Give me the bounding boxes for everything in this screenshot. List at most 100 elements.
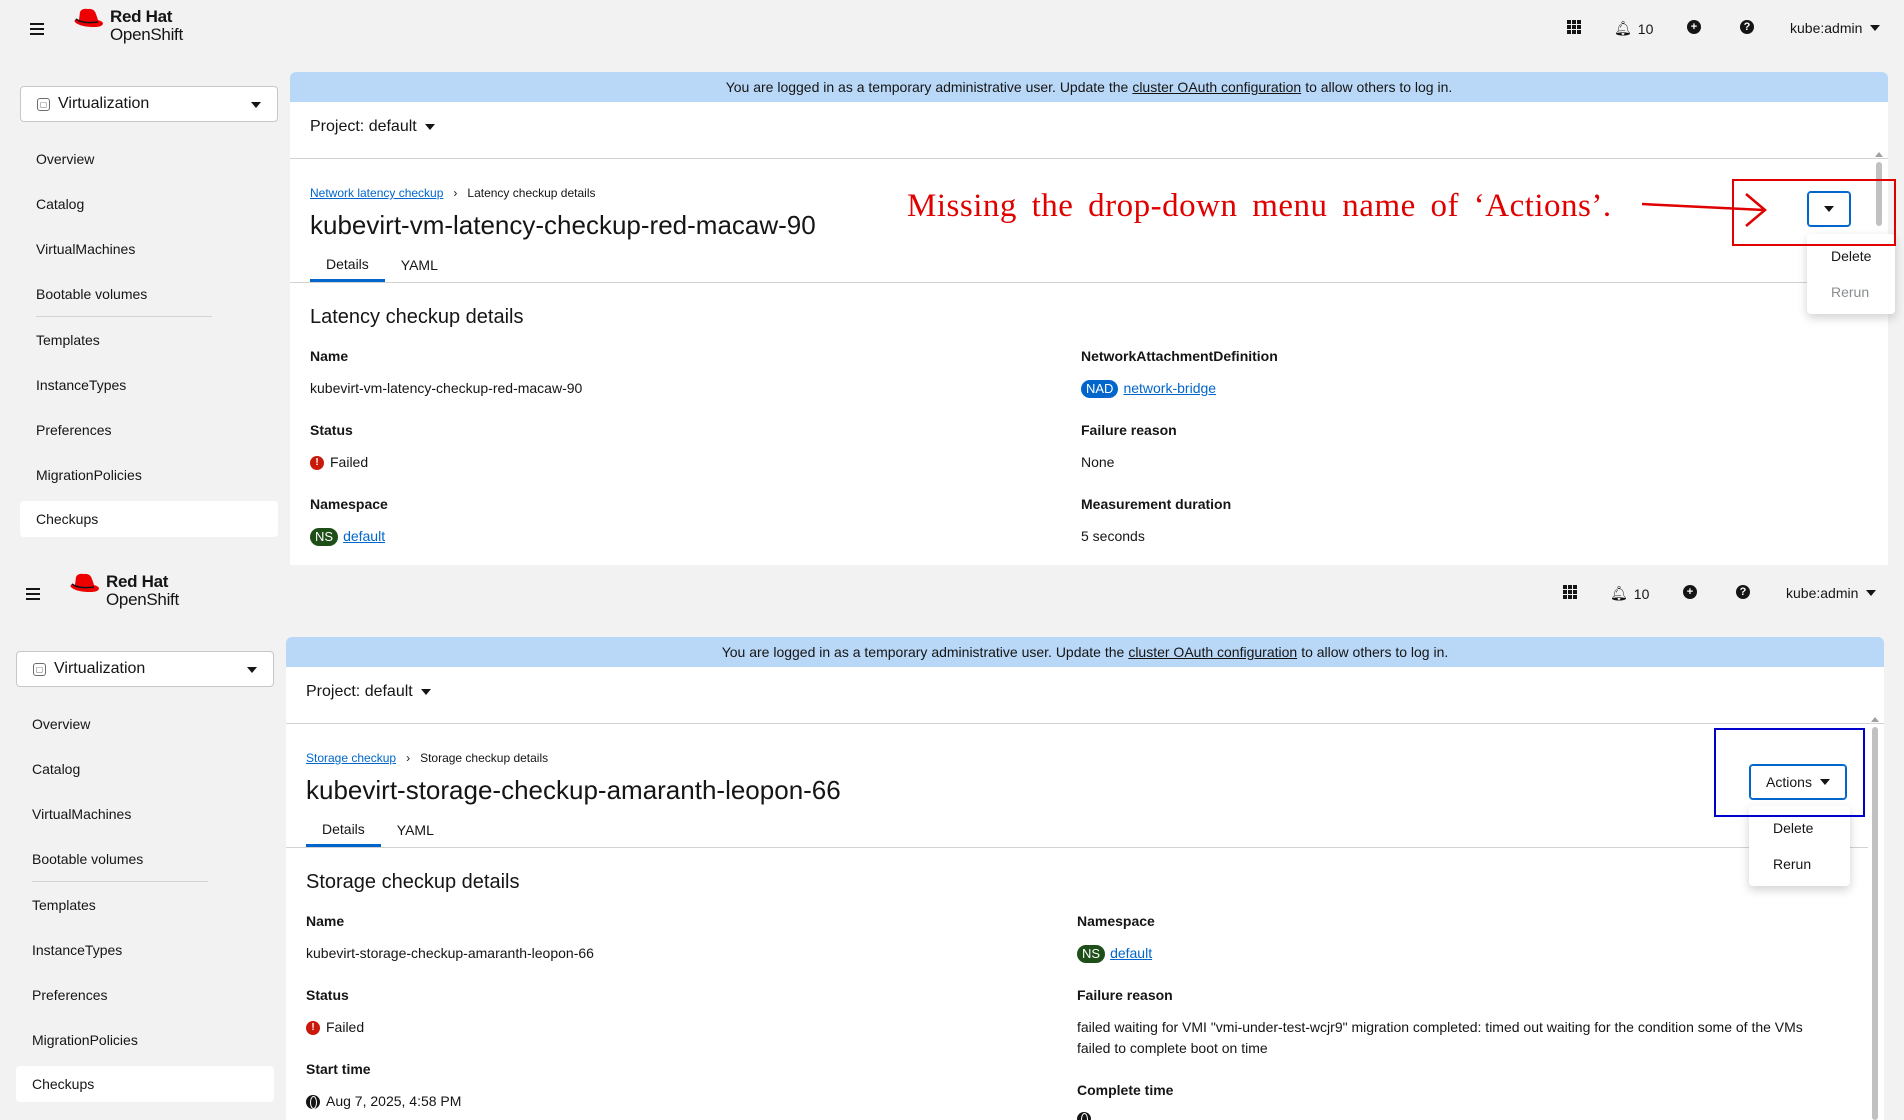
sidebar-item-virtualmachines[interactable]: VirtualMachines	[16, 791, 274, 836]
sidebar-item-bootable-volumes[interactable]: Bootable volumes	[20, 271, 278, 316]
sidebar-item-instancetypes[interactable]: InstanceTypes	[16, 927, 274, 972]
field-failure-reason: Failure reason None	[1081, 422, 1177, 473]
start-time-text: Aug 7, 2025, 4:58 PM	[326, 1093, 462, 1109]
sidebar-item-instancetypes[interactable]: InstanceTypes	[20, 362, 278, 407]
project-selector[interactable]: Project: default	[306, 683, 431, 701]
help-button[interactable]: ?	[1736, 585, 1750, 599]
app-launcher-button[interactable]	[1567, 20, 1581, 34]
user-menu[interactable]: kube:admin	[1786, 585, 1877, 601]
globe-icon	[1077, 1112, 1091, 1120]
sidebar-item-migrationpolicies[interactable]: MigrationPolicies	[20, 452, 278, 497]
section-title: Latency checkup details	[310, 306, 524, 328]
status-text: Failed	[330, 454, 369, 470]
sidebar-item-virtualmachines[interactable]: VirtualMachines	[20, 226, 278, 271]
status-text: Failed	[326, 1019, 365, 1035]
annotation-text: Missing the drop-down menu name of ‘Acti…	[907, 188, 1612, 224]
menu-item-rerun[interactable]: Rerun	[1749, 846, 1850, 882]
red-hat-fedora-icon	[70, 573, 99, 592]
namespace-link[interactable]: default	[1110, 943, 1152, 964]
field-name: Name kubevirt-vm-latency-checkup-red-mac…	[310, 348, 582, 399]
field-value: 5 seconds	[1081, 528, 1145, 544]
sidebar-item-checkups[interactable]: Checkups	[16, 1066, 274, 1102]
perspective-switcher[interactable]: ▢ Virtualization	[16, 651, 274, 687]
perspective-switcher[interactable]: ▢ Virtualization	[20, 86, 278, 122]
tab-details[interactable]: Details	[306, 813, 381, 847]
field-complete-time: Complete time	[1077, 1082, 1173, 1120]
globe-icon	[306, 1094, 320, 1109]
tab-yaml[interactable]: YAML	[381, 813, 450, 847]
notification-count: 10	[1633, 585, 1650, 602]
field-label: Name	[310, 348, 349, 364]
caret-down-icon	[1866, 590, 1877, 596]
temporary-admin-banner: You are logged in as a temporary adminis…	[286, 637, 1884, 667]
tab-details[interactable]: Details	[310, 248, 385, 282]
breadcrumb: Storage checkup › Storage checkup detail…	[306, 751, 548, 765]
oauth-config-link[interactable]: cluster OAuth configuration	[1132, 79, 1301, 95]
openshift-logo[interactable]: Red Hat OpenShift	[68, 573, 179, 609]
user-name: kube:admin	[1790, 20, 1863, 36]
sidebar-item-preferences[interactable]: Preferences	[16, 972, 274, 1017]
field-label: Status	[310, 422, 353, 438]
scrollbar[interactable]	[1870, 715, 1880, 1120]
oauth-config-link[interactable]: cluster OAuth configuration	[1128, 644, 1297, 660]
project-selector[interactable]: Project: default	[310, 118, 435, 136]
quick-create-button[interactable]: +	[1683, 585, 1697, 599]
tab-bar: Details YAML	[306, 813, 450, 847]
sidebar-item-templates[interactable]: Templates	[16, 882, 274, 927]
brand-line1: Red Hat	[106, 572, 169, 591]
divider	[290, 158, 1888, 159]
hamburger-menu-icon[interactable]	[26, 585, 46, 605]
scroll-thumb[interactable]	[1872, 727, 1878, 1120]
sidebar-item-catalog[interactable]: Catalog	[20, 181, 278, 226]
field-value: NS default	[1077, 943, 1155, 964]
banner-suffix: to allow others to log in.	[1301, 644, 1449, 660]
tab-yaml[interactable]: YAML	[385, 248, 454, 282]
sidebar-item-bootable-volumes[interactable]: Bootable volumes	[16, 836, 274, 881]
sidebar-item-catalog[interactable]: Catalog	[16, 746, 274, 791]
breadcrumb-link[interactable]: Network latency checkup	[310, 186, 443, 200]
namespace-link[interactable]: default	[343, 526, 385, 547]
notification-count: 10	[1637, 20, 1654, 37]
sidebar-item-templates[interactable]: Templates	[20, 317, 278, 362]
error-icon: !	[310, 455, 324, 470]
field-value: failed waiting for VMI "vmi-under-test-w…	[1077, 1019, 1803, 1035]
openshift-logo[interactable]: Red Hat OpenShift	[72, 8, 183, 44]
red-hat-fedora-icon	[74, 8, 103, 28]
tab-bar: Details YAML	[310, 248, 454, 282]
notifications-button[interactable]: 🔔︎ 10	[1610, 585, 1649, 602]
caret-down-icon	[420, 689, 431, 695]
sidebar-item-overview[interactable]: Overview	[20, 136, 278, 181]
virtualization-icon: ▢	[33, 662, 46, 676]
breadcrumb-current: Storage checkup details	[420, 751, 549, 765]
field-label: Name	[306, 913, 345, 929]
field-value: ! Failed	[310, 452, 368, 473]
sidebar-item-preferences[interactable]: Preferences	[20, 407, 278, 452]
tabs-divider	[286, 847, 1868, 848]
notifications-button[interactable]: 🔔︎ 10	[1614, 20, 1653, 37]
sidebar-item-overview[interactable]: Overview	[16, 701, 274, 746]
sidebar-nav: Overview Catalog VirtualMachines Bootabl…	[16, 701, 274, 1102]
nad-link[interactable]: network-bridge	[1123, 378, 1216, 399]
grid-icon	[1563, 585, 1577, 599]
sidebar-item-checkups[interactable]: Checkups	[20, 501, 278, 537]
sidebar-item-migrationpolicies[interactable]: MigrationPolicies	[16, 1017, 274, 1062]
brand-line1: Red Hat	[110, 7, 173, 26]
nad-badge: NAD	[1081, 379, 1119, 398]
virtualization-icon: ▢	[37, 97, 50, 111]
plus-circle-icon: +	[1687, 20, 1701, 34]
project-label: Project: default	[306, 683, 413, 700]
user-menu[interactable]: kube:admin	[1790, 20, 1881, 36]
namespace-badge: NS	[310, 527, 339, 546]
quick-create-button[interactable]: +	[1687, 20, 1701, 34]
banner-prefix: You are logged in as a temporary adminis…	[721, 644, 1125, 660]
actions-menu: Delete Rerun	[1807, 234, 1895, 314]
field-label: Measurement duration	[1081, 496, 1232, 512]
field-label: Failure reason	[1077, 987, 1173, 1003]
field-label: NetworkAttachmentDefinition	[1081, 348, 1278, 364]
field-value: Aug 7, 2025, 4:58 PM	[306, 1091, 461, 1112]
field-value: None	[1081, 454, 1115, 470]
app-launcher-button[interactable]	[1563, 585, 1577, 599]
breadcrumb-link[interactable]: Storage checkup	[306, 751, 396, 765]
hamburger-menu-icon[interactable]	[30, 20, 50, 40]
help-button[interactable]: ?	[1740, 20, 1754, 34]
